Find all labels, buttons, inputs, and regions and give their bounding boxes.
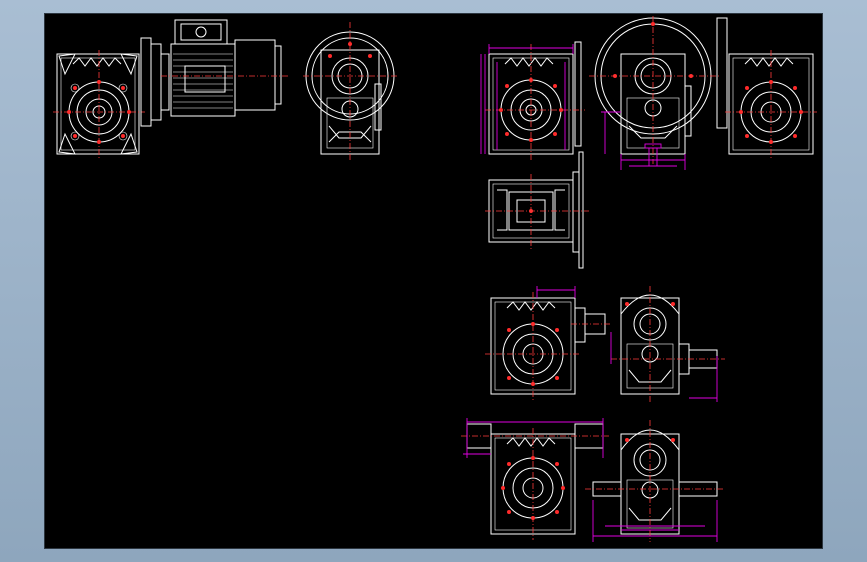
flange-front-view[interactable] — [716, 17, 817, 160]
dimensioned-front-view[interactable] — [480, 41, 585, 160]
input-shaft-front-view[interactable] — [485, 286, 611, 400]
gearbox-front-with-motor[interactable] — [53, 37, 170, 158]
gearbox-top-view[interactable] — [485, 151, 589, 269]
cad-drawing-canvas[interactable] — [44, 13, 823, 549]
gearbox-end-view[interactable] — [303, 22, 397, 160]
motor-side[interactable] — [161, 19, 289, 117]
double-shaft-side-view[interactable] — [585, 420, 725, 542]
input-shaft-side-view[interactable] — [610, 286, 725, 402]
dimensioned-side-view[interactable] — [589, 16, 719, 170]
cad-drawing — [53, 16, 817, 542]
double-shaft-front-view[interactable] — [461, 418, 609, 540]
